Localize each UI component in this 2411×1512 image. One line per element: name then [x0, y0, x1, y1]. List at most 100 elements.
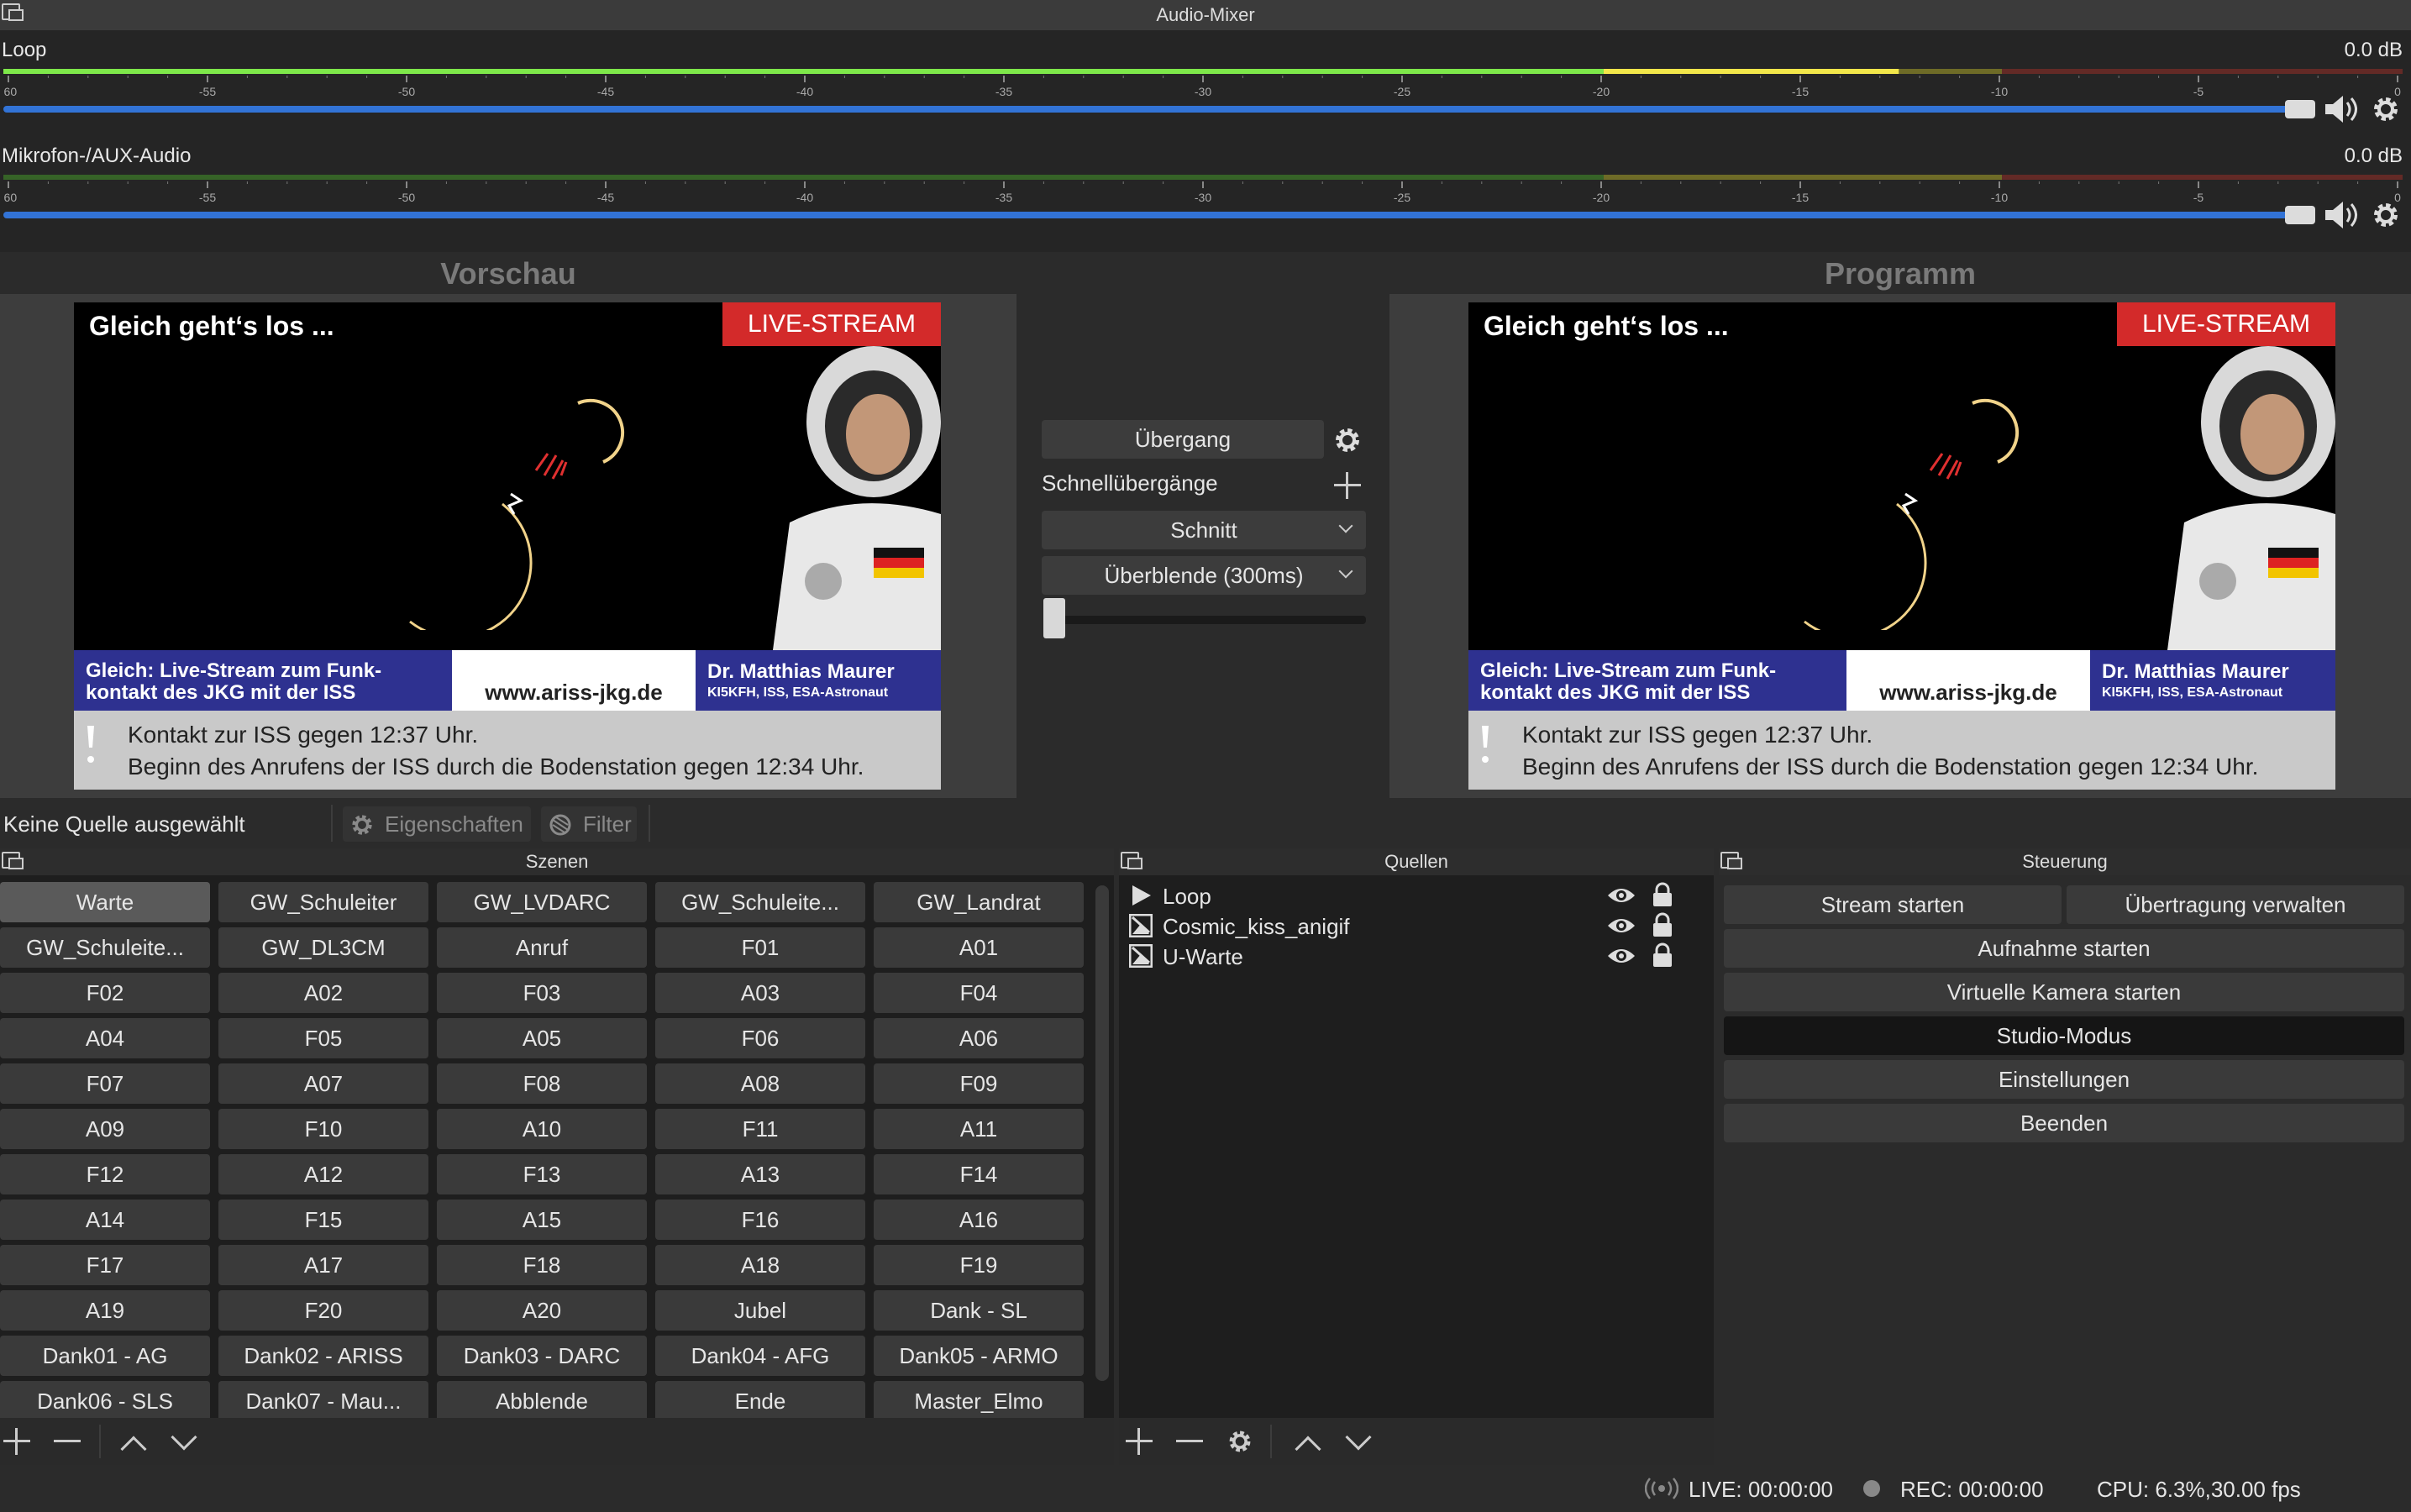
scene-button[interactable]: GW_Landrat [874, 882, 1084, 922]
scene-button[interactable]: A11 [874, 1109, 1084, 1149]
scene-button[interactable]: A20 [437, 1290, 647, 1331]
scene-button[interactable]: F02 [0, 973, 210, 1013]
scene-button[interactable]: A18 [655, 1245, 865, 1285]
scene-button[interactable]: F09 [874, 1063, 1084, 1104]
move-up-icon[interactable] [120, 1436, 147, 1462]
exit-button[interactable]: Beenden [1724, 1104, 2404, 1142]
scene-button[interactable]: F12 [0, 1154, 210, 1194]
scene-button[interactable]: Master_Elmo [874, 1381, 1084, 1421]
scene-button[interactable]: A12 [218, 1154, 428, 1194]
scene-button[interactable]: A17 [218, 1245, 428, 1285]
scene-button[interactable]: GW_LVDARC [437, 882, 647, 922]
scene-button[interactable]: F15 [218, 1200, 428, 1240]
scene-button[interactable]: A01 [874, 927, 1084, 968]
scene-button[interactable]: F13 [437, 1154, 647, 1194]
scene-button[interactable]: GW_Schuleiter [218, 882, 428, 922]
scene-button[interactable]: F06 [655, 1018, 865, 1058]
transition-button[interactable]: Übergang [1042, 420, 1324, 459]
scene-button[interactable]: A09 [0, 1109, 210, 1149]
scene-button[interactable]: F14 [874, 1154, 1084, 1194]
quick-transition-fade[interactable]: Überblende (300ms) [1042, 556, 1366, 595]
scene-button[interactable]: GW_DL3CM [218, 927, 428, 968]
add-source-icon[interactable] [1126, 1428, 1153, 1455]
lock-icon[interactable] [1652, 942, 1673, 968]
scene-button[interactable]: Dank01 - AG [0, 1336, 210, 1376]
add-scene-icon[interactable] [3, 1428, 30, 1455]
start-virtual-camera-button[interactable]: Virtuelle Kamera starten [1724, 973, 2404, 1011]
scene-button[interactable]: F10 [218, 1109, 428, 1149]
scene-button[interactable]: A07 [218, 1063, 428, 1104]
transition-slider-track[interactable] [1050, 616, 1366, 624]
scene-button[interactable]: Dank02 - ARISS [218, 1336, 428, 1376]
quick-transition-cut[interactable]: Schnitt [1042, 511, 1366, 549]
source-row[interactable]: Loop [1119, 880, 1714, 911]
start-recording-button[interactable]: Aufnahme starten [1724, 929, 2404, 968]
scene-button[interactable]: F01 [655, 927, 865, 968]
scene-button[interactable]: F08 [437, 1063, 647, 1104]
manage-broadcast-button[interactable]: Übertragung verwalten [2067, 885, 2404, 924]
scene-button[interactable]: A05 [437, 1018, 647, 1058]
gear-icon[interactable] [1227, 1428, 1253, 1455]
scene-button[interactable]: Ende [655, 1381, 865, 1421]
start-stream-button[interactable]: Stream starten [1724, 885, 2062, 924]
speaker-icon[interactable] [2324, 198, 2362, 232]
eye-icon[interactable] [1606, 944, 1636, 968]
scene-button[interactable]: Dank03 - DARC [437, 1336, 647, 1376]
scene-button[interactable]: F11 [655, 1109, 865, 1149]
transition-slider-thumb[interactable] [1043, 598, 1065, 638]
settings-button[interactable]: Einstellungen [1724, 1060, 2404, 1099]
lock-icon[interactable] [1652, 912, 1673, 937]
remove-source-icon[interactable] [1176, 1428, 1203, 1455]
source-row[interactable]: U-Warte [1119, 941, 1714, 971]
scene-button[interactable]: F19 [874, 1245, 1084, 1285]
speaker-icon[interactable] [2324, 92, 2362, 126]
move-down-icon[interactable] [1345, 1424, 1372, 1451]
scene-button[interactable]: A02 [218, 973, 428, 1013]
gear-icon[interactable] [1332, 425, 1363, 455]
program-screen[interactable]: Gleich geht‘s los ... LIVE-STREAM Gleich: … [1468, 302, 2335, 790]
scene-button[interactable]: F04 [874, 973, 1084, 1013]
scene-button[interactable]: Dank04 - AFG [655, 1336, 865, 1376]
scene-button[interactable]: GW_Schuleite... [0, 927, 210, 968]
scene-button[interactable]: F07 [0, 1063, 210, 1104]
scene-button[interactable]: Dank - SL [874, 1290, 1084, 1331]
scene-button[interactable]: Dank07 - Mau... [218, 1381, 428, 1421]
scene-button[interactable]: F20 [218, 1290, 428, 1331]
scene-button[interactable]: Warte [0, 882, 210, 922]
undock-icon[interactable] [1720, 852, 1742, 869]
preview-screen[interactable]: Gleich geht‘s los ... LIVE-STREAM Gleich: … [74, 302, 941, 790]
scene-button[interactable]: A04 [0, 1018, 210, 1058]
scene-button[interactable]: A19 [0, 1290, 210, 1331]
scene-button[interactable]: A08 [655, 1063, 865, 1104]
scene-button[interactable]: Dank06 - SLS [0, 1381, 210, 1421]
scene-button[interactable]: A14 [0, 1200, 210, 1240]
gear-icon[interactable] [2371, 200, 2401, 230]
scene-button[interactable]: A15 [437, 1200, 647, 1240]
scene-button[interactable]: A13 [655, 1154, 865, 1194]
move-up-icon[interactable] [1295, 1436, 1321, 1462]
scene-button[interactable]: Abblende [437, 1381, 647, 1421]
gear-icon[interactable] [2371, 94, 2401, 124]
move-down-icon[interactable] [171, 1424, 197, 1451]
volume-slider-track[interactable] [3, 106, 2302, 113]
scenes-scrollbar[interactable] [1095, 885, 1109, 1381]
eye-icon[interactable] [1606, 914, 1636, 937]
scene-button[interactable]: Anruf [437, 927, 647, 968]
lock-icon[interactable] [1652, 882, 1673, 907]
filter-button[interactable]: Filter [541, 806, 637, 842]
properties-button[interactable]: Eigenschaften [343, 806, 531, 842]
scene-button[interactable]: GW_Schuleite... [655, 882, 865, 922]
scene-button[interactable]: F18 [437, 1245, 647, 1285]
scene-button[interactable]: A06 [874, 1018, 1084, 1058]
studio-mode-button[interactable]: Studio-Modus [1724, 1016, 2404, 1055]
scene-button[interactable]: F17 [0, 1245, 210, 1285]
undock-icon[interactable] [2, 3, 24, 21]
scene-button[interactable]: Dank05 - ARMO [874, 1336, 1084, 1376]
scene-button[interactable]: F03 [437, 973, 647, 1013]
scene-button[interactable]: A03 [655, 973, 865, 1013]
scene-button[interactable]: A16 [874, 1200, 1084, 1240]
volume-slider-thumb[interactable] [2285, 206, 2315, 224]
eye-icon[interactable] [1606, 884, 1636, 907]
scene-button[interactable]: Jubel [655, 1290, 865, 1331]
volume-slider-track[interactable] [3, 212, 2302, 218]
